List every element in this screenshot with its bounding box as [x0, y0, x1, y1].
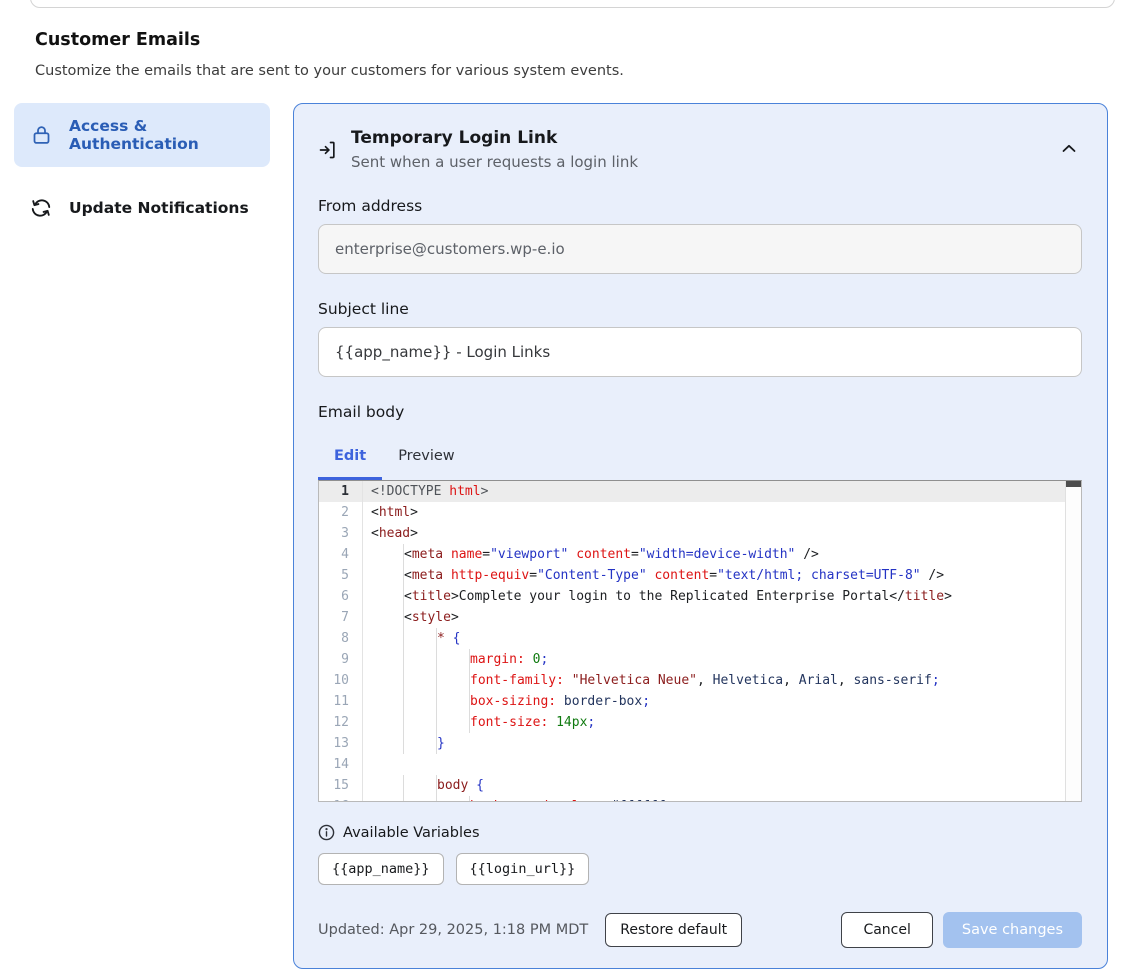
editor-scrollbar[interactable] — [1065, 481, 1081, 801]
card-header: Temporary Login Link Sent when a user re… — [318, 128, 1082, 171]
chevron-up-icon — [1062, 144, 1076, 153]
code-line[interactable]: 2<html> — [319, 502, 1081, 523]
page-header: Customer Emails Customize the emails tha… — [0, 0, 1128, 79]
code-line[interactable]: 5<meta http-equiv="Content-Type" content… — [319, 565, 1081, 586]
sidebar-item-label: Update Notifications — [69, 199, 249, 217]
tab-edit[interactable]: Edit — [318, 436, 382, 480]
sidebar-item-update-notifications[interactable]: Update Notifications — [14, 183, 270, 233]
restore-default-button[interactable]: Restore default — [605, 913, 742, 947]
from-address-input[interactable] — [318, 224, 1082, 274]
save-changes-button[interactable]: Save changes — [943, 912, 1082, 948]
login-icon — [318, 140, 338, 160]
code-line[interactable]: 15body { — [319, 775, 1081, 796]
variable-chip-login-url[interactable]: {{login_url}} — [456, 853, 590, 885]
code-lines: 1<!DOCTYPE html>2<html>3<head>4<meta nam… — [319, 481, 1081, 802]
page-title: Customer Emails — [35, 30, 1128, 50]
previous-card-edge — [30, 0, 1115, 8]
info-icon — [318, 824, 335, 841]
code-line[interactable]: 6<title>Complete your login to the Repli… — [319, 586, 1081, 607]
lock-icon — [30, 124, 52, 146]
collapse-button[interactable] — [1056, 138, 1082, 159]
sidebar-item-access-authentication[interactable]: Access & Authentication — [14, 103, 270, 167]
email-body-label: Email body — [318, 403, 1082, 421]
temporary-login-link-card: Temporary Login Link Sent when a user re… — [293, 103, 1108, 969]
subject-line-label: Subject line — [318, 300, 1082, 318]
variable-chips: {{app_name}} {{login_url}} — [318, 853, 1082, 885]
code-line[interactable]: 13} — [319, 733, 1081, 754]
available-variables-header: Available Variables — [318, 824, 1082, 841]
settings-sidebar: Access & Authentication Update Notificat… — [14, 103, 270, 233]
subject-line-input[interactable] — [318, 327, 1082, 377]
tab-preview[interactable]: Preview — [382, 436, 470, 480]
available-variables-label: Available Variables — [343, 825, 480, 841]
card-subtitle: Sent when a user requests a login link — [351, 153, 638, 171]
from-address-label: From address — [318, 197, 1082, 215]
card-footer: Updated: Apr 29, 2025, 1:18 PM MDT Resto… — [318, 912, 1082, 948]
customer-emails-page: Customer Emails Customize the emails tha… — [0, 0, 1128, 980]
code-editor[interactable]: 1<!DOCTYPE html>2<html>3<head>4<meta nam… — [318, 480, 1082, 802]
page-subtitle: Customize the emails that are sent to yo… — [35, 63, 1128, 79]
code-line[interactable]: 1<!DOCTYPE html> — [319, 481, 1081, 502]
editor-scrollbar-thumb[interactable] — [1066, 481, 1081, 487]
code-line[interactable]: 4<meta name="viewport" content="width=de… — [319, 544, 1081, 565]
code-line[interactable]: 11box-sizing: border-box; — [319, 691, 1081, 712]
code-line[interactable]: 10font-family: "Helvetica Neue", Helveti… — [319, 670, 1081, 691]
cancel-button[interactable]: Cancel — [841, 912, 932, 948]
code-line[interactable]: 14 — [319, 754, 1081, 775]
sidebar-item-label: Access & Authentication — [69, 117, 254, 153]
code-line[interactable]: 16background-color: #ffffff; — [319, 796, 1081, 802]
variable-chip-app-name[interactable]: {{app_name}} — [318, 853, 444, 885]
card-title: Temporary Login Link — [351, 128, 638, 148]
code-line[interactable]: 3<head> — [319, 523, 1081, 544]
code-line[interactable]: 7<style> — [319, 607, 1081, 628]
refresh-icon — [30, 197, 52, 219]
code-line[interactable]: 12font-size: 14px; — [319, 712, 1081, 733]
code-line[interactable]: 8* { — [319, 628, 1081, 649]
updated-timestamp: Updated: Apr 29, 2025, 1:18 PM MDT — [318, 922, 588, 938]
email-body-tabs: Edit Preview — [318, 436, 1082, 480]
code-line[interactable]: 9margin: 0; — [319, 649, 1081, 670]
